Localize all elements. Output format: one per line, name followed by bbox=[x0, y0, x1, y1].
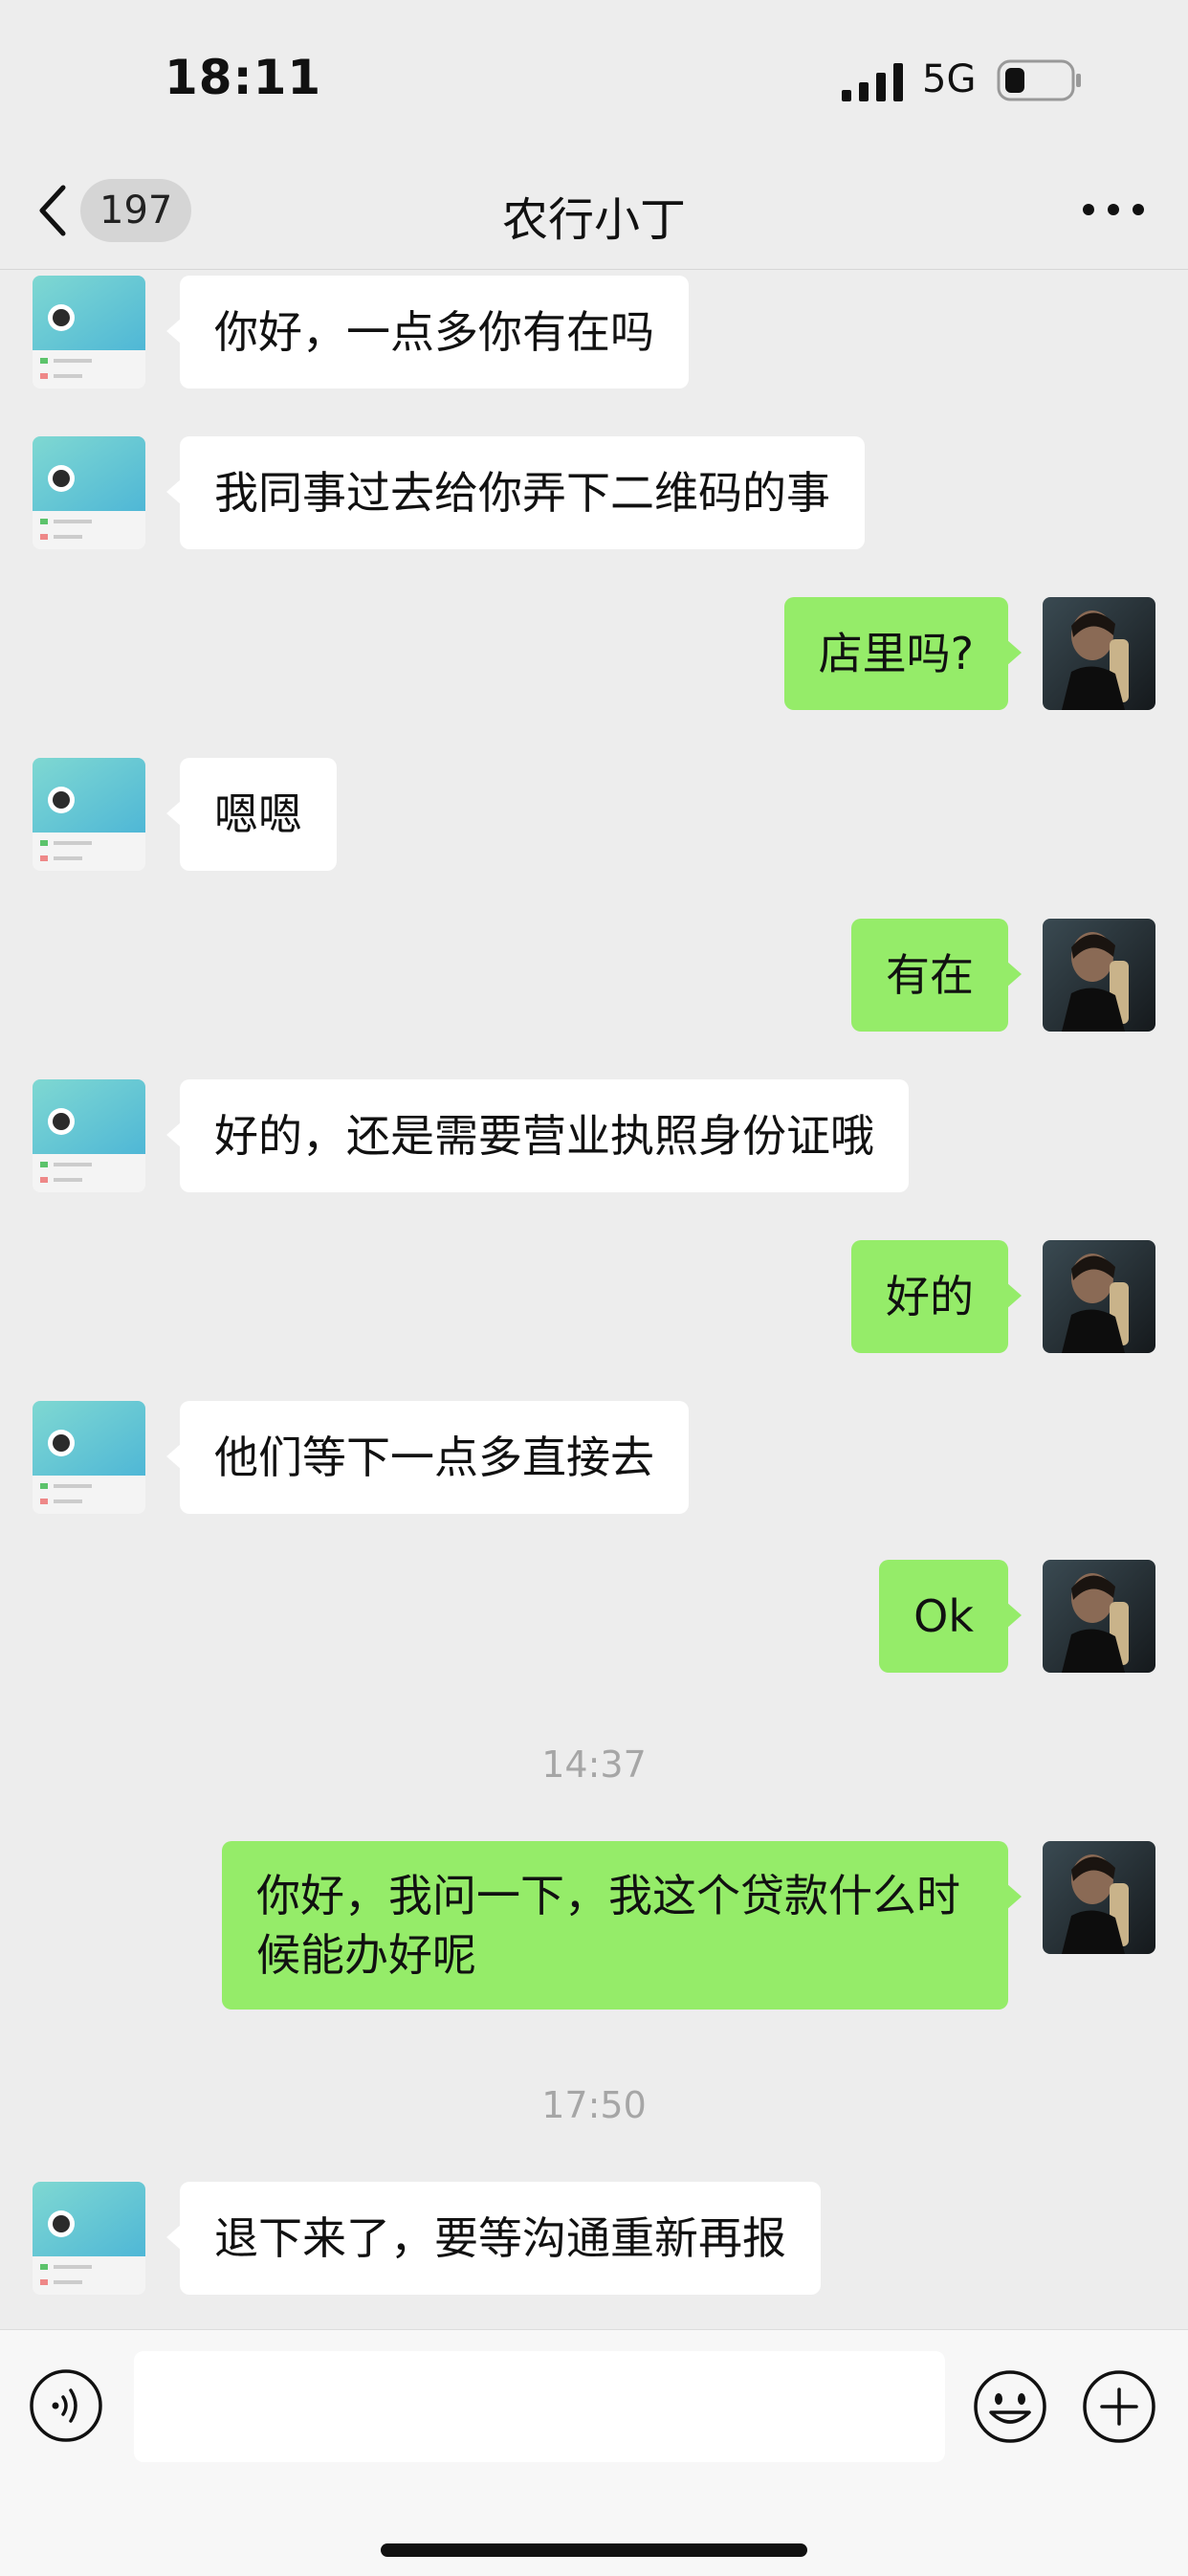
status-bar: 18:11 5G bbox=[0, 0, 1188, 153]
received-message-bubble[interactable]: 退下来了，要等沟通重新再报 bbox=[166, 2182, 821, 2295]
message-input[interactable] bbox=[134, 2351, 945, 2462]
home-indicator[interactable] bbox=[381, 2543, 807, 2557]
contact-avatar[interactable] bbox=[33, 276, 145, 389]
signal-icon bbox=[842, 63, 903, 101]
received-message-bubble[interactable]: 嗯嗯 bbox=[166, 758, 337, 871]
contact-avatar[interactable] bbox=[33, 436, 145, 549]
received-message-bubble[interactable]: 好的，还是需要营业执照身份证哦 bbox=[166, 1079, 909, 1192]
message-input-bar bbox=[0, 2329, 1188, 2576]
contact-avatar[interactable] bbox=[33, 1401, 145, 1514]
network-label: 5G bbox=[922, 57, 977, 101]
user-avatar[interactable] bbox=[1043, 1841, 1155, 1954]
contact-avatar[interactable] bbox=[33, 758, 145, 871]
voice-icon[interactable] bbox=[29, 2368, 103, 2443]
sent-message-bubble[interactable]: 店里吗? bbox=[783, 597, 1023, 710]
user-avatar[interactable] bbox=[1043, 919, 1155, 1032]
contact-avatar[interactable] bbox=[33, 2182, 145, 2295]
user-avatar[interactable] bbox=[1043, 1240, 1155, 1353]
battery-icon bbox=[997, 59, 1081, 101]
sent-message-bubble[interactable]: 你好，我问一下，我这个贷款什么时候能办好呢 bbox=[222, 1841, 1022, 2010]
emoji-icon[interactable] bbox=[972, 2368, 1048, 2445]
chat-title: 农行小丁 bbox=[501, 193, 686, 247]
user-avatar[interactable] bbox=[1043, 1560, 1155, 1673]
sent-message-bubble[interactable]: 有在 bbox=[851, 919, 1022, 1032]
chat-header: 197 农行小丁 bbox=[0, 153, 1188, 270]
message-timestamp: 17:50 bbox=[541, 2084, 647, 2126]
contact-avatar[interactable] bbox=[33, 1079, 145, 1192]
plus-icon[interactable] bbox=[1081, 2368, 1157, 2445]
more-icon[interactable] bbox=[1075, 186, 1152, 233]
user-avatar[interactable] bbox=[1043, 597, 1155, 710]
received-message-bubble[interactable]: 我同事过去给你弄下二维码的事 bbox=[166, 436, 865, 549]
sent-message-bubble[interactable]: 好的 bbox=[851, 1240, 1022, 1353]
message-timestamp: 14:37 bbox=[541, 1743, 647, 1786]
received-message-bubble[interactable]: 他们等下一点多直接去 bbox=[166, 1401, 689, 1514]
received-message-bubble[interactable]: 你好，一点多你有在吗 bbox=[166, 276, 689, 389]
status-time: 18:11 bbox=[165, 50, 322, 105]
sent-message-bubble[interactable]: Ok bbox=[879, 1560, 1022, 1673]
